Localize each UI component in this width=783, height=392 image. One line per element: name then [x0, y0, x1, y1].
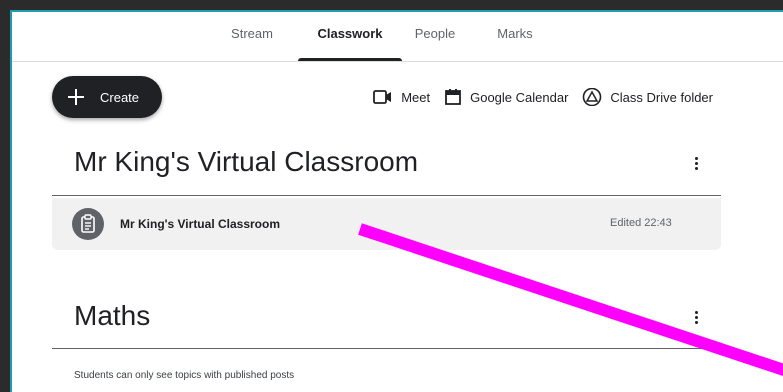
tab-classwork[interactable]: Classwork: [298, 12, 402, 61]
topic-divider: [52, 195, 721, 196]
topic-title: Mr King's Virtual Classroom: [74, 146, 419, 177]
more-options-icon[interactable]: [695, 311, 699, 326]
calendar-icon: [445, 89, 462, 105]
item-title: Mr King's Virtual Classroom: [120, 217, 281, 231]
tab-people[interactable]: People: [410, 12, 460, 61]
google-calendar-link[interactable]: Google Calendar: [444, 88, 568, 106]
class-links: Meet Google Calendar Class Drive folder: [359, 88, 713, 106]
meet-link[interactable]: Meet: [373, 89, 430, 105]
plus-icon: [68, 89, 84, 105]
classroom-window: Stream Classwork People Marks Create Mee…: [10, 10, 783, 392]
video-camera-icon: [373, 90, 392, 104]
create-button[interactable]: Create: [52, 76, 162, 118]
tab-marks[interactable]: Marks: [490, 12, 540, 61]
topic-divider: [52, 348, 721, 349]
tab-stream[interactable]: Stream: [222, 12, 282, 61]
drive-icon: [583, 88, 602, 106]
item-edited-time: Edited 22:43: [610, 217, 672, 229]
more-options-icon[interactable]: [695, 157, 699, 172]
topic-title-maths: Maths: [74, 300, 151, 331]
class-drive-folder-link[interactable]: Class Drive folder: [582, 88, 713, 106]
assignment-icon: [72, 208, 104, 240]
classwork-item[interactable]: Mr King's Virtual Classroom Edited 22:43: [52, 198, 721, 250]
active-tab-indicator: [298, 58, 402, 61]
top-navigation: Stream Classwork People Marks: [12, 12, 783, 62]
topic-visibility-note: Students can only see topics with publis…: [74, 370, 295, 381]
